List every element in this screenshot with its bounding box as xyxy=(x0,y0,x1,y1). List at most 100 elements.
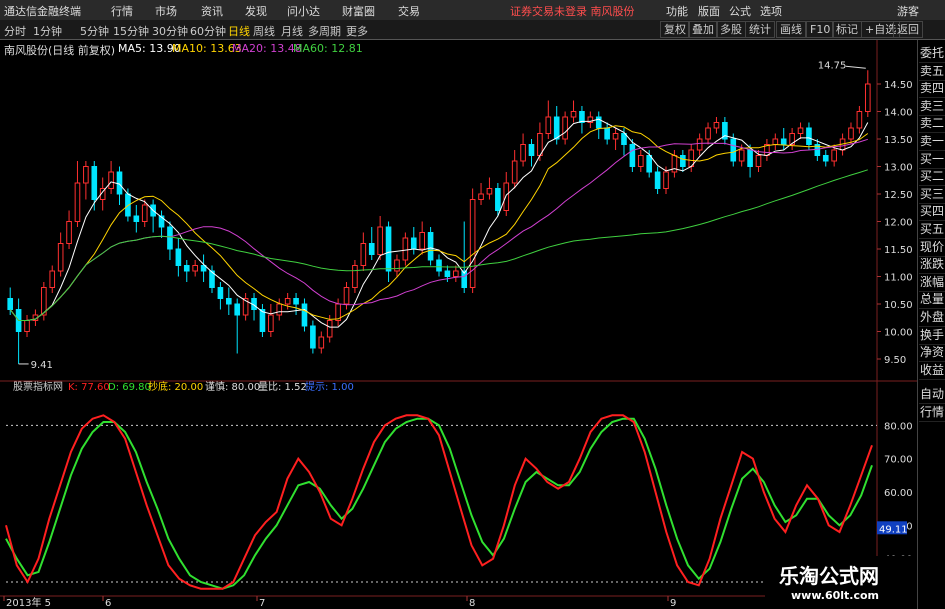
candle-body xyxy=(183,265,190,272)
candle-body xyxy=(436,259,442,272)
sidebar-button[interactable]: 自动 xyxy=(919,385,945,404)
menu-trade[interactable]: 交易 xyxy=(398,3,420,19)
sidebar-button[interactable]: 买三 xyxy=(919,185,945,204)
candle-body xyxy=(116,171,123,195)
menu-options[interactable]: 选项 xyxy=(760,3,782,19)
candle-body xyxy=(352,265,358,288)
tf-5min[interactable]: 5分钟 xyxy=(80,23,109,39)
candle-body xyxy=(343,287,350,305)
extra-label: 提示: 1.00 xyxy=(305,381,354,393)
sidebar-button[interactable]: 涨幅 xyxy=(919,273,945,292)
watermark-title: 乐淘公式网 xyxy=(779,564,879,588)
price-chart: 14.50 14.00 13.50 13.00 12.50 12.00 11.50 11.00… xyxy=(7,40,913,381)
candle-body xyxy=(528,144,535,156)
candle-body xyxy=(83,166,89,184)
kd-tick-label: 70.00 xyxy=(884,455,913,466)
user-label[interactable]: 游客 xyxy=(897,3,919,19)
stats-button[interactable]: 统计 xyxy=(745,21,775,38)
menu-news[interactable]: 资讯 xyxy=(201,3,223,19)
sidebar-button[interactable]: 行情 xyxy=(919,403,945,422)
candle-body xyxy=(24,320,30,332)
candle-body xyxy=(503,182,510,211)
sidebar-button[interactable]: 买五 xyxy=(919,220,945,239)
tf-more[interactable]: 更多 xyxy=(346,23,368,39)
sidebar-button[interactable]: 卖二 xyxy=(919,114,945,134)
candle-body xyxy=(225,298,232,305)
menu-quotes[interactable]: 行情 xyxy=(111,3,133,19)
adjust-button[interactable]: 复权 xyxy=(660,21,690,38)
candle-body xyxy=(562,116,568,140)
high-price-label: 14.75 xyxy=(818,60,847,71)
sidebar-button[interactable]: 净资 xyxy=(919,343,945,363)
candle-body xyxy=(217,287,224,299)
mark-button[interactable]: 标记 xyxy=(832,21,862,38)
f10-button[interactable]: F10 xyxy=(806,21,835,38)
date-label: 7 xyxy=(259,598,265,609)
menu-layout[interactable]: 版面 xyxy=(698,3,720,19)
tf-60min[interactable]: 60分钟 xyxy=(190,23,226,39)
sidebar-button[interactable]: 卖五 xyxy=(919,62,945,81)
login-notice[interactable]: 证券交易未登录 南风股份 xyxy=(510,3,635,19)
candle-body xyxy=(797,127,804,134)
sidebar-button[interactable]: 收益 xyxy=(919,361,945,380)
tf-daily[interactable]: 日线 xyxy=(228,23,250,39)
candle-body xyxy=(478,193,484,200)
sidebar-button[interactable]: 换手 xyxy=(919,326,945,345)
sidebar-button[interactable]: 卖三 xyxy=(919,97,945,116)
sidebar-button[interactable]: 总量 xyxy=(919,290,945,310)
candle-body xyxy=(74,182,81,222)
candle-body xyxy=(276,303,283,316)
sidebar-button[interactable]: 现价 xyxy=(919,238,945,257)
candle-body xyxy=(637,155,644,167)
candle-body xyxy=(595,116,602,129)
k-label: K: 77.60 xyxy=(68,382,110,393)
candle-body xyxy=(511,160,518,184)
candle-body xyxy=(772,138,779,145)
menu-wealth[interactable]: 财富圈 xyxy=(342,3,375,19)
sidebar-button[interactable]: 买四 xyxy=(919,202,945,222)
candle-body xyxy=(486,188,493,195)
candle-body xyxy=(654,171,661,189)
tf-30min[interactable]: 30分钟 xyxy=(152,23,188,39)
sidebar-button[interactable]: 涨跌 xyxy=(919,255,945,275)
candle-body xyxy=(864,83,871,112)
tf-multi[interactable]: 多周期 xyxy=(308,23,341,39)
price-tick-label: 10.00 xyxy=(884,328,913,339)
menu-functions[interactable]: 功能 xyxy=(666,3,688,19)
tf-weekly[interactable]: 周线 xyxy=(253,23,275,39)
menu-discover[interactable]: 发现 xyxy=(245,3,267,19)
candle-body xyxy=(133,215,140,222)
candle-body xyxy=(293,298,299,305)
price-tick-label: 12.50 xyxy=(884,190,913,201)
tf-monthly[interactable]: 月线 xyxy=(281,23,303,39)
menu-ask[interactable]: 问小达 xyxy=(287,3,320,19)
candle-body xyxy=(234,303,241,316)
tf-1min[interactable]: 1分钟 xyxy=(33,23,62,39)
candle-body xyxy=(7,298,14,310)
sidebar-button[interactable]: 外盘 xyxy=(919,308,945,327)
sidebar-button[interactable]: 买二 xyxy=(919,167,945,187)
candle-body xyxy=(377,226,383,255)
candle-body xyxy=(705,127,711,140)
sidebar-button[interactable]: 卖四 xyxy=(919,79,945,99)
sidebar-button[interactable]: 买一 xyxy=(919,150,945,169)
tf-intraday[interactable]: 分时 xyxy=(4,23,26,39)
draw-button[interactable]: 画线 xyxy=(776,21,806,38)
candle-body xyxy=(553,116,560,140)
candle-body xyxy=(419,232,425,250)
candle-body xyxy=(747,149,753,167)
candle-body xyxy=(141,204,148,222)
date-axis: 2013年 5 6 7 8 9 xyxy=(3,596,676,609)
menu-formula[interactable]: 公式 xyxy=(729,3,751,19)
candle-body xyxy=(780,138,787,145)
sidebar-button[interactable]: 卖一 xyxy=(919,132,945,151)
multi-stock-button[interactable]: 多股 xyxy=(716,21,746,38)
overlay-button[interactable]: 叠加 xyxy=(688,21,718,38)
sidebar-button[interactable]: 委托 xyxy=(919,44,945,63)
candle-body xyxy=(301,303,308,327)
candle-body xyxy=(629,144,636,167)
back-button[interactable]: 返回 xyxy=(893,21,923,38)
candle-body xyxy=(570,111,577,118)
menu-market[interactable]: 市场 xyxy=(155,3,177,19)
tf-15min[interactable]: 15分钟 xyxy=(113,23,149,39)
